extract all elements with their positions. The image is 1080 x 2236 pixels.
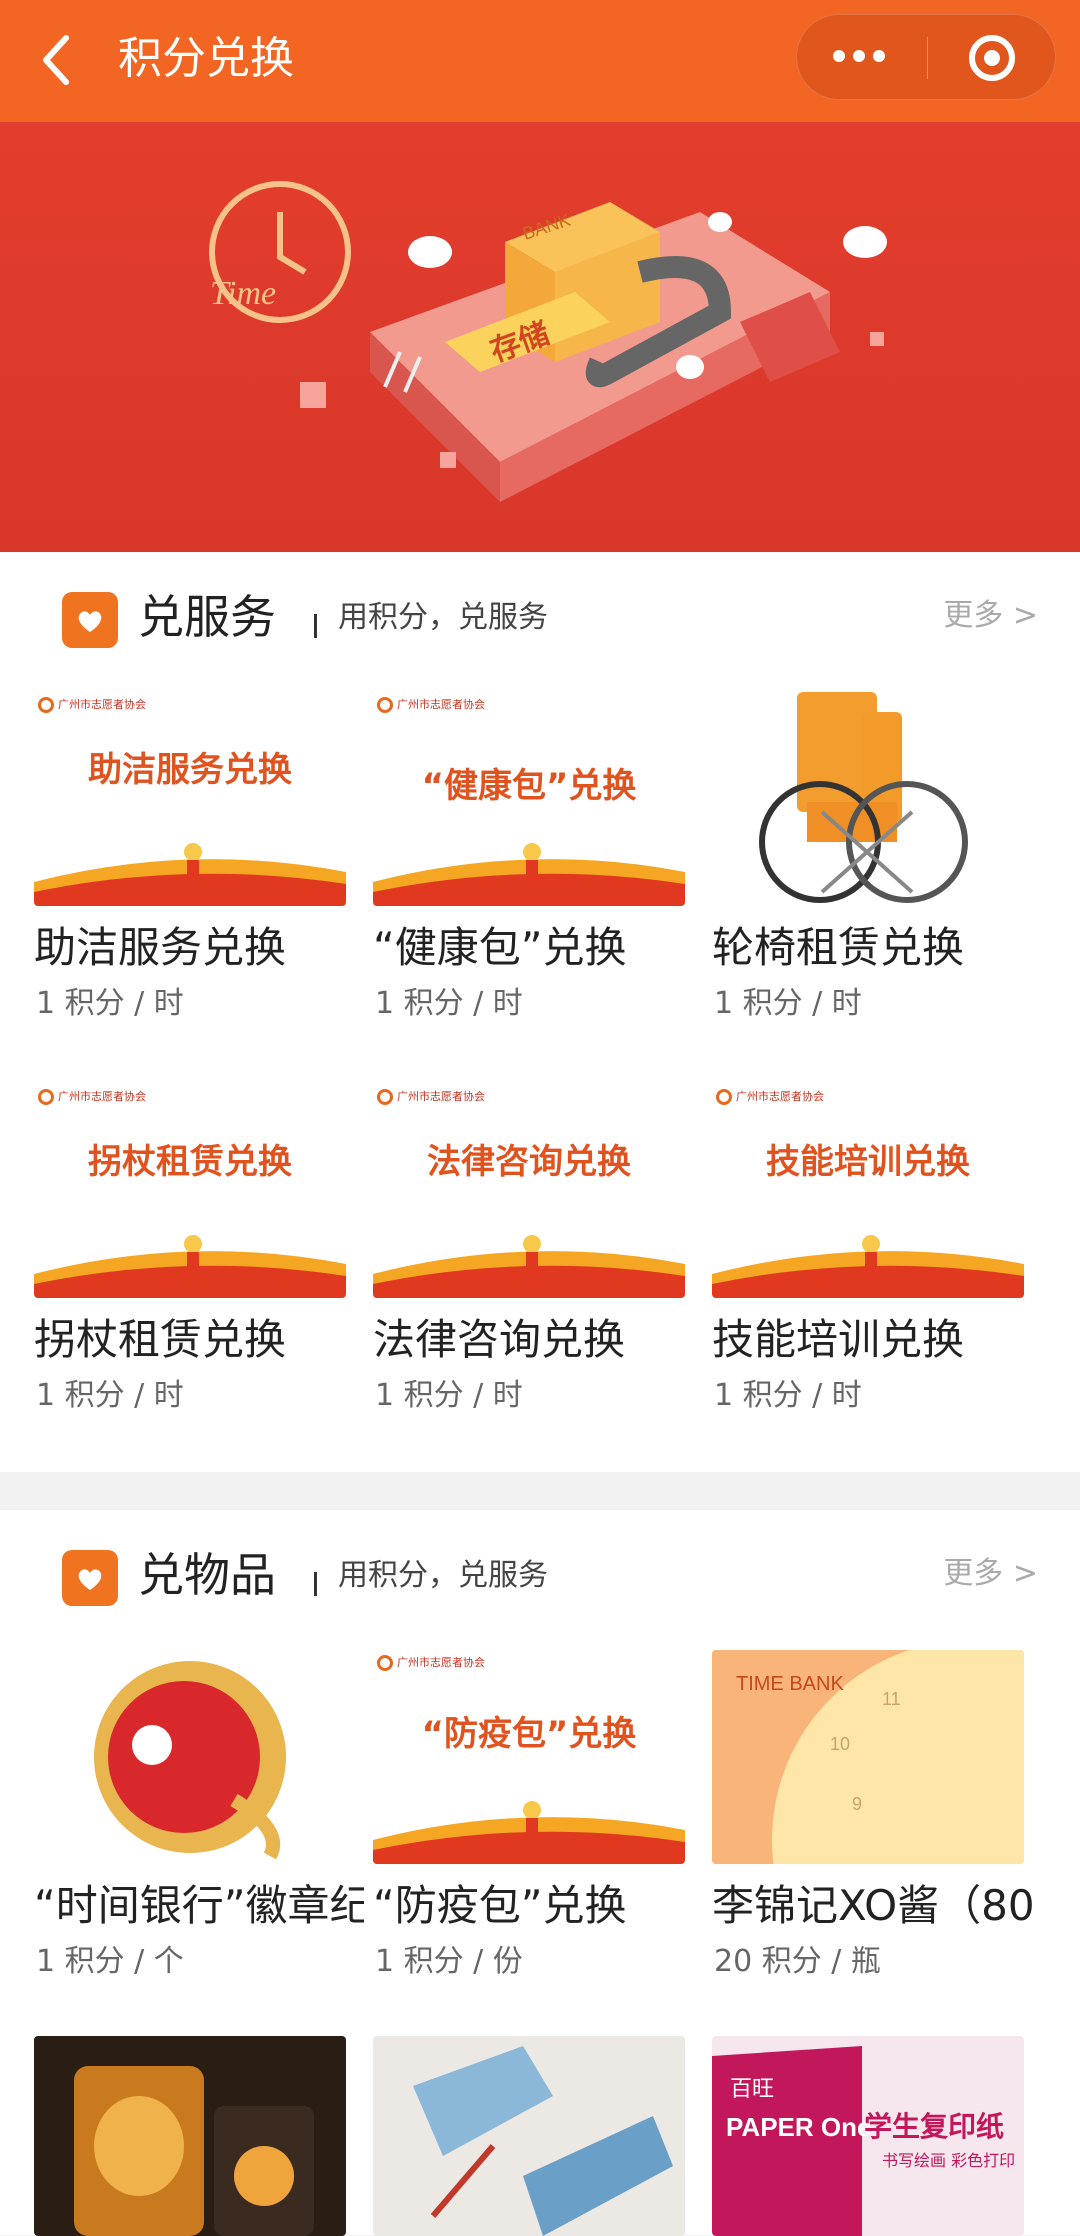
goods-name: “防疫包”兑换 bbox=[373, 1881, 627, 1930]
association-logo: 广州市志愿者协会 bbox=[38, 1088, 146, 1106]
goods-card[interactable]: 广州市志愿者协会 “防疫包”兑换 “防疫包”兑换 1 积分 / 份 bbox=[373, 1650, 693, 1979]
poster-title: 技能培训兑换 bbox=[766, 1142, 970, 1182]
goods-card[interactable]: TIME BANK 11 10 9 李锦记XO酱（80 20 积分 / 瓶 bbox=[712, 1650, 1035, 1979]
svg-text:9: 9 bbox=[852, 1794, 862, 1814]
service-price: 1 积分 / 时 bbox=[714, 986, 862, 1021]
goods-name: “时间银行”徽章纪 bbox=[34, 1881, 364, 1930]
xo-sauce-image bbox=[34, 2036, 346, 2236]
service-poster: 广州市志愿者协会 “健康包”兑换 bbox=[373, 692, 685, 906]
top-bar: 积分兑换 bbox=[0, 0, 1080, 122]
service-poster: 广州市志愿者协会 助洁服务兑换 bbox=[34, 692, 346, 906]
mascot-icon bbox=[521, 1234, 543, 1276]
association-logo: 广州市志愿者协会 bbox=[38, 696, 146, 714]
svg-text:学生复印纸: 学生复印纸 bbox=[864, 2110, 1004, 2143]
poster-title: 拐杖租赁兑换 bbox=[88, 1142, 292, 1182]
service-name: 轮椅租赁兑换 bbox=[712, 923, 965, 972]
goods-name: 李锦记XO酱（80 bbox=[712, 1881, 1035, 1930]
service-poster: 广州市志愿者协会 法律咨询兑换 bbox=[373, 1084, 685, 1298]
services-header: 兑服务 用积分，兑服务 更多 > bbox=[0, 552, 1080, 692]
timebank-card-image: TIME BANK 11 10 9 bbox=[712, 1650, 1024, 1864]
wheelchair-image bbox=[712, 692, 1024, 906]
service-card[interactable]: 广州市志愿者协会 法律咨询兑换 法律咨询兑换 1 积分 / 时 bbox=[373, 1084, 693, 1413]
service-name: “健康包”兑换 bbox=[373, 923, 627, 972]
service-name: 助洁服务兑换 bbox=[34, 923, 287, 972]
heart-hand-icon bbox=[62, 1550, 118, 1606]
timebank-card-text: TIME BANK bbox=[736, 1673, 844, 1695]
services-subtitle: 用积分，兑服务 bbox=[338, 600, 548, 635]
badge-image bbox=[34, 1650, 346, 1864]
service-price: 1 积分 / 时 bbox=[36, 986, 184, 1021]
poster-title: “健康包”兑换 bbox=[421, 766, 637, 806]
goods-section: 兑物品 用积分，兑服务 更多 > “时间银行”徽章纪 1 积分 / 个 广州市志… bbox=[0, 1510, 1080, 2236]
goods-card[interactable]: “时间银行”徽章纪 1 积分 / 个 bbox=[34, 1650, 364, 1979]
poster-title: 助洁服务兑换 bbox=[88, 750, 292, 790]
goods-card[interactable] bbox=[34, 2036, 354, 2236]
svg-text:PAPER One: PAPER One bbox=[726, 2112, 871, 2142]
service-price: 1 积分 / 时 bbox=[36, 1378, 184, 1413]
back-arrow-icon[interactable] bbox=[36, 30, 86, 90]
association-logo: 广州市志愿者协会 bbox=[716, 1088, 824, 1106]
goods-card[interactable] bbox=[373, 2036, 693, 2236]
goods-price: 20 积分 / 瓶 bbox=[714, 1944, 881, 1979]
association-logo: 广州市志愿者协会 bbox=[377, 1088, 485, 1106]
goods-more-link[interactable]: 更多 > bbox=[943, 1554, 1038, 1594]
goods-title: 兑物品 bbox=[138, 1548, 276, 1602]
goods-price: 1 积分 / 个 bbox=[36, 1944, 184, 1979]
service-name: 拐杖租赁兑换 bbox=[34, 1315, 287, 1364]
svg-text:10: 10 bbox=[830, 1734, 850, 1754]
service-card[interactable]: 广州市志愿者协会 “健康包”兑换 “健康包”兑换 1 积分 / 时 bbox=[373, 692, 693, 1021]
goods-poster: 广州市志愿者协会 “防疫包”兑换 bbox=[373, 1650, 685, 1864]
page-title: 积分兑换 bbox=[118, 33, 294, 84]
services-section: 兑服务 用积分，兑服务 更多 > 广州市志愿者协会 助洁服务兑换 助洁服务兑换 … bbox=[0, 552, 1080, 1472]
time-text: Time bbox=[210, 275, 276, 312]
mascot-icon bbox=[182, 1234, 204, 1276]
service-price: 1 积分 / 时 bbox=[375, 986, 523, 1021]
service-name: 法律咨询兑换 bbox=[373, 1315, 626, 1364]
goods-header: 兑物品 用积分，兑服务 更多 > bbox=[0, 1510, 1080, 1650]
more-dots-icon[interactable] bbox=[833, 47, 893, 69]
mini-program-capsule bbox=[796, 14, 1056, 100]
mascot-icon bbox=[521, 842, 543, 884]
service-card[interactable]: 轮椅租赁兑换 1 积分 / 时 bbox=[712, 692, 1032, 1021]
banner[interactable]: Time BANK 存储 bbox=[0, 122, 1080, 552]
service-name: 技能培训兑换 bbox=[712, 1315, 965, 1364]
service-price: 1 积分 / 时 bbox=[375, 1378, 523, 1413]
svg-text:11: 11 bbox=[882, 1689, 901, 1709]
svg-text:书写绘画 彩色打印: 书写绘画 彩色打印 bbox=[882, 2151, 1015, 2170]
service-poster: 广州市志愿者协会 技能培训兑换 bbox=[712, 1084, 1024, 1298]
copy-paper-image: 百旺 PAPER One 学生复印纸 书写绘画 彩色打印 bbox=[712, 2036, 1024, 2236]
services-more-link[interactable]: 更多 > bbox=[943, 596, 1038, 636]
association-logo: 广州市志愿者协会 bbox=[377, 696, 485, 714]
mascot-icon bbox=[182, 842, 204, 884]
mascot-icon bbox=[860, 1234, 882, 1276]
services-title: 兑服务 bbox=[138, 590, 276, 644]
close-target-icon[interactable] bbox=[969, 35, 1015, 81]
service-poster: 广州市志愿者协会 拐杖租赁兑换 bbox=[34, 1084, 346, 1298]
goods-subtitle: 用积分，兑服务 bbox=[338, 1558, 548, 1593]
poster-title: “防疫包”兑换 bbox=[421, 1714, 637, 1754]
mascot-icon bbox=[521, 1800, 543, 1842]
service-card[interactable]: 广州市志愿者协会 助洁服务兑换 助洁服务兑换 1 积分 / 时 bbox=[34, 692, 354, 1021]
title-separator bbox=[314, 614, 317, 638]
epidemic-kit-image bbox=[373, 2036, 685, 2236]
poster-title: 法律咨询兑换 bbox=[427, 1142, 631, 1182]
goods-price: 1 积分 / 份 bbox=[375, 1944, 523, 1979]
heart-hand-icon bbox=[62, 592, 118, 648]
title-separator bbox=[314, 1572, 317, 1596]
service-price: 1 积分 / 时 bbox=[714, 1378, 862, 1413]
service-card[interactable]: 广州市志愿者协会 技能培训兑换 技能培训兑换 1 积分 / 时 bbox=[712, 1084, 1032, 1413]
goods-card[interactable]: 百旺 PAPER One 学生复印纸 书写绘画 彩色打印 bbox=[712, 2036, 1032, 2236]
service-card[interactable]: 广州市志愿者协会 拐杖租赁兑换 拐杖租赁兑换 1 积分 / 时 bbox=[34, 1084, 354, 1413]
association-logo: 广州市志愿者协会 bbox=[377, 1654, 485, 1672]
svg-text:百旺: 百旺 bbox=[730, 2076, 774, 2101]
capsule-divider bbox=[927, 37, 928, 79]
banner-illustration: Time BANK 存储 bbox=[0, 122, 1080, 552]
